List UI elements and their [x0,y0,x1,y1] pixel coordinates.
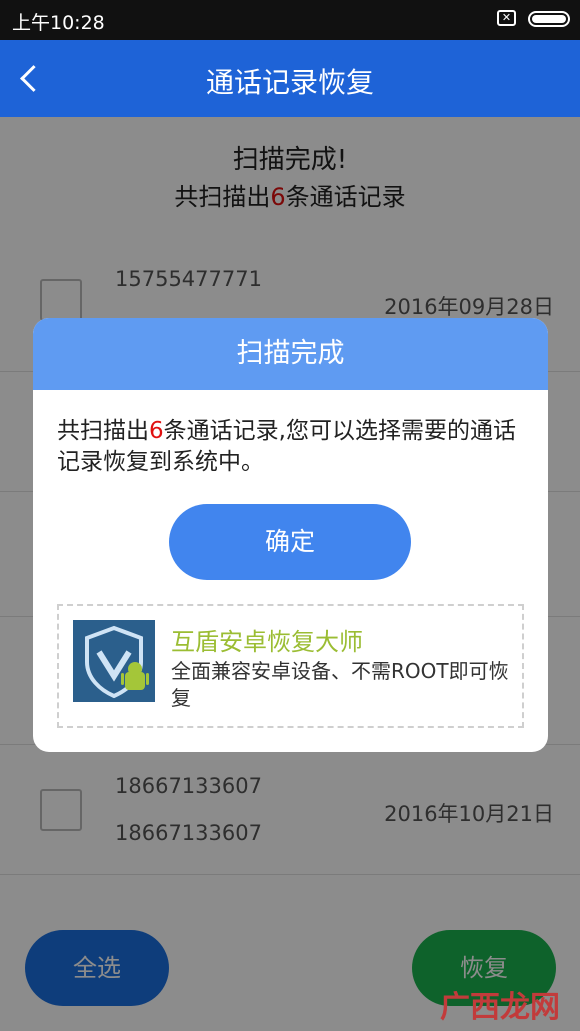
dialog-title: 扫描完成 [33,318,548,390]
promo-title: 互盾安卓恢复大师 [171,628,363,656]
page-title: 通话记录恢复 [205,66,374,99]
notification-icon: ✕ [497,10,516,26]
confirm-button[interactable]: 确定 [169,504,411,580]
watermark-logo: 广西龙网 [440,990,560,1025]
dialog-message: 共扫描出6条通话记录,您可以选择需要的通话记录恢复到系统中。 [57,418,516,475]
app-bar: 通话记录恢复 [0,40,580,117]
battery-icon [528,11,570,27]
promo-description: 全面兼容安卓设备、不需ROOT即可恢复 [171,659,509,710]
promo-banner[interactable]: 互盾安卓恢复大师 全面兼容安卓设备、不需ROOT即可恢复 [57,604,524,728]
app-logo-icon [73,620,155,702]
scan-complete-dialog: 扫描完成 共扫描出6条通话记录,您可以选择需要的通话记录恢复到系统中。 确定 互… [33,318,548,752]
status-bar: 上午10:28 ✕ [0,0,580,40]
dialog-count: 6 [149,418,164,444]
status-time: 上午10:28 [12,12,105,34]
